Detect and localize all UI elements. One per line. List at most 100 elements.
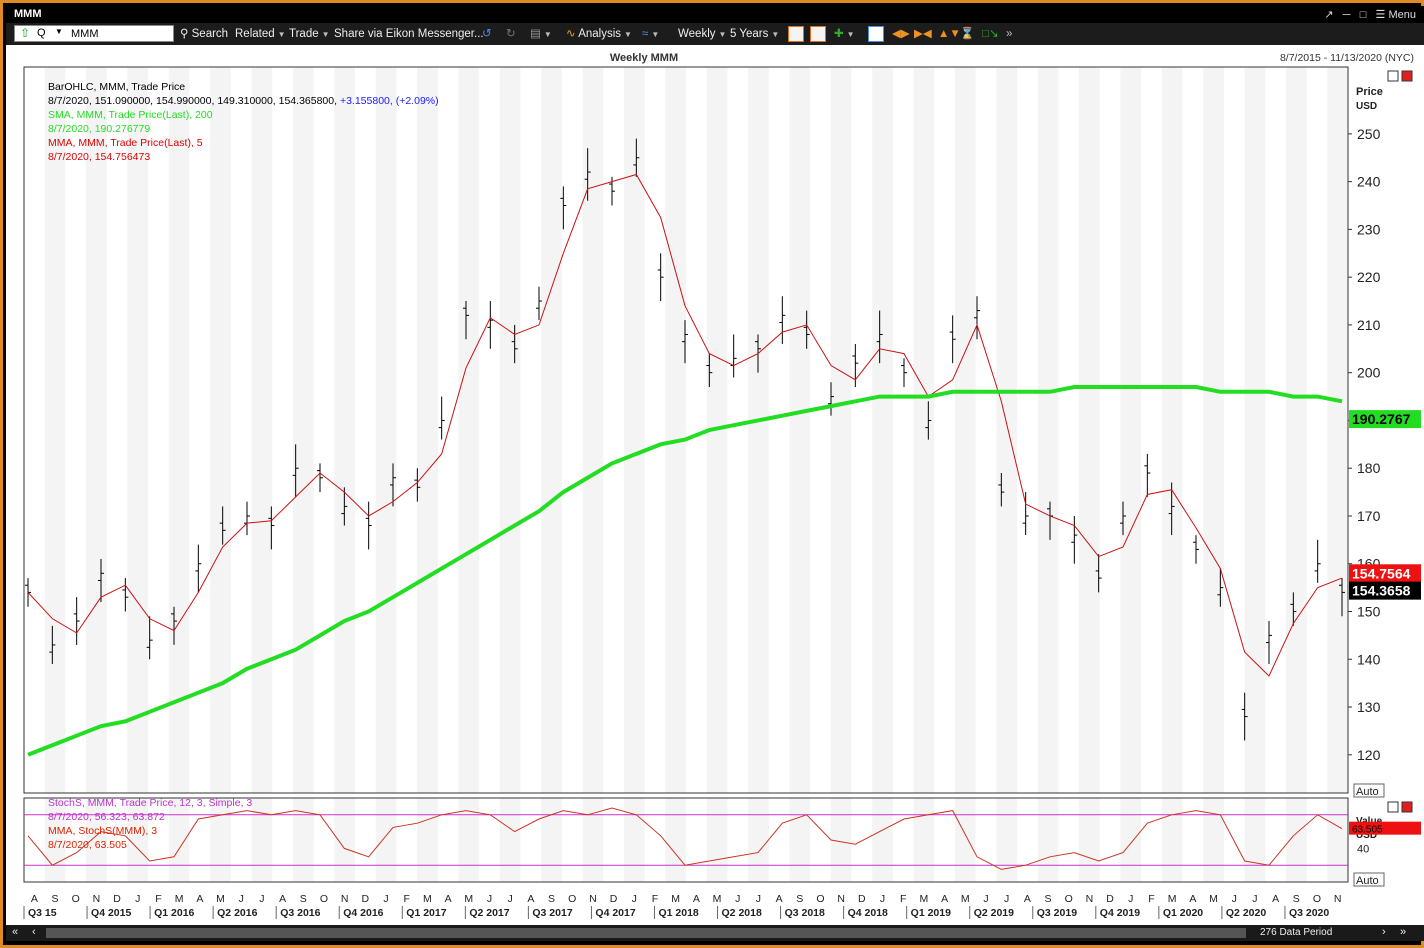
price-axis-label: Price: [1356, 86, 1383, 98]
quarter-label: Q3 2018: [785, 907, 825, 919]
undo-icon[interactable]: ↺: [482, 26, 492, 42]
share-label: Share via Eikon Messenger...: [334, 28, 484, 40]
month-label: J: [1004, 893, 1009, 905]
month-label: J: [632, 893, 637, 905]
month-label: S: [52, 893, 59, 905]
price-legend-line: 8/7/2020, 151.090000, 154.990000, 149.31…: [48, 95, 439, 107]
chart-svg[interactable]: Weekly MMM 8/7/2015 - 11/13/2020 (NYC) Pri…: [6, 45, 1424, 925]
month-label: S: [1293, 893, 1300, 905]
chevron-down-icon: ▼: [718, 30, 727, 39]
month-label: M: [713, 893, 722, 905]
month-label: J: [259, 893, 264, 905]
quarter-label: Q4 2018: [848, 907, 888, 919]
price-tick-label: 170: [1357, 508, 1381, 524]
chart-type-icon[interactable]: ▤ ▼: [530, 26, 552, 42]
price-legend-change: +3.155800, (+2.09%): [340, 95, 439, 107]
scroll-left-icon[interactable]: ◀▶: [892, 26, 910, 42]
share-button[interactable]: Share via Eikon Messenger...: [334, 26, 484, 42]
month-band: [996, 798, 1017, 882]
q-label[interactable]: Q: [37, 27, 46, 39]
range-menu[interactable]: 5 Years ▼: [730, 26, 779, 42]
menu-icon[interactable]: ☰: [1376, 9, 1386, 21]
overlay-icon[interactable]: ≈ ▼: [642, 26, 659, 42]
month-band: [1161, 798, 1183, 882]
month-label: A: [1024, 893, 1031, 905]
month-band: [789, 67, 811, 793]
month-label: J: [508, 893, 513, 905]
month-band: [417, 798, 438, 882]
month-band: [1079, 67, 1100, 793]
price-tick-label: 240: [1357, 174, 1381, 190]
month-band: [1244, 798, 1266, 882]
month-band: [334, 798, 355, 882]
month-label: D: [113, 893, 121, 905]
chart-area[interactable]: Weekly MMM 8/7/2015 - 11/13/2020 (NYC) Pri…: [6, 45, 1424, 941]
month-band: [623, 798, 645, 882]
symbol-input[interactable]: [71, 27, 169, 40]
month-label: F: [155, 893, 161, 905]
month-label: M: [920, 893, 929, 905]
month-label: S: [300, 893, 307, 905]
menu-label[interactable]: Menu: [1388, 9, 1416, 21]
minimize-icon[interactable]: ─: [1343, 9, 1351, 21]
hourglass-icon[interactable]: ⌛: [960, 26, 974, 42]
month-band: [582, 798, 604, 882]
month-label: N: [837, 893, 845, 905]
chevron-down-icon[interactable]: ▼: [55, 27, 63, 36]
scroll-next-icon[interactable]: ›: [1382, 926, 1386, 938]
status-bar: « ‹ 276 Data Period › »: [6, 925, 1424, 941]
restore-icon[interactable]: ↗: [1324, 9, 1333, 21]
month-label: F: [900, 893, 906, 905]
maximize-icon[interactable]: □: [1360, 9, 1367, 21]
quarter-label: Q4 2019: [1100, 907, 1140, 919]
zoom-box-icon[interactable]: [868, 26, 884, 42]
month-label: J: [1252, 893, 1257, 905]
month-label: J: [1232, 893, 1237, 905]
window-frame: M M M ↗ ─ □ ☰ Menu ⇧ Q ▼ ⚲ Search Related▼…: [0, 0, 1424, 948]
month-label: S: [796, 893, 803, 905]
month-label: D: [362, 893, 370, 905]
search-button[interactable]: ⚲ Search: [180, 26, 228, 42]
quarter-label: Q3 15: [28, 907, 57, 919]
analysis-label: Analysis: [578, 28, 622, 40]
window-controls[interactable]: ↗ ─ □ ☰ Menu: [1324, 8, 1416, 21]
scroll-start-icon[interactable]: «: [12, 926, 18, 938]
trade-menu[interactable]: Trade ▼: [289, 26, 330, 42]
month-label: M: [1168, 893, 1177, 905]
scrollbar-track[interactable]: [46, 928, 1246, 938]
analysis-menu[interactable]: ∿ Analysis ▼: [566, 26, 632, 42]
month-band: [499, 798, 521, 882]
select-tool-icon[interactable]: □↘: [982, 26, 999, 42]
line-chart-icon[interactable]: [788, 26, 804, 42]
month-label: O: [320, 893, 328, 905]
month-label: D: [610, 893, 618, 905]
quarter-label: Q4 2015: [91, 907, 131, 919]
scroll-end-icon[interactable]: »: [1400, 926, 1406, 938]
more-icon[interactable]: »: [1006, 26, 1012, 42]
scroll-prev-icon[interactable]: ‹: [32, 926, 36, 938]
chevron-down-icon: ▼: [771, 30, 780, 39]
month-label: M: [961, 893, 970, 905]
month-label: M: [671, 893, 680, 905]
month-band: [913, 798, 935, 882]
crosshair-icon[interactable]: ✚ ▼: [834, 26, 855, 42]
interval-menu[interactable]: Weekly ▼: [678, 26, 726, 42]
price-legend-line: MMA, MMM, Trade Price(Last), 5: [48, 137, 203, 149]
up-arrow-icon[interactable]: ⇧: [20, 26, 30, 40]
price-tag-text: 154.3658: [1352, 583, 1411, 599]
price-tag-text: 154.7564: [1352, 565, 1411, 581]
quarter-label: Q2 2017: [469, 907, 509, 919]
month-band: [954, 798, 976, 882]
symbol-box[interactable]: ⇧ Q ▼: [14, 25, 174, 42]
month-label: A: [279, 893, 286, 905]
quarter-label: Q1 2018: [658, 907, 698, 919]
scroll-right-icon[interactable]: ▶◀: [914, 26, 932, 42]
related-menu[interactable]: Related ▼: [235, 26, 286, 42]
expand-icon[interactable]: ▲▼: [938, 26, 961, 42]
month-band: [748, 798, 769, 882]
redo-icon[interactable]: ↻: [506, 26, 516, 42]
price-legend-line: 8/7/2020, 154.756473: [48, 151, 150, 163]
compare-chart-icon[interactable]: [810, 26, 826, 42]
panel-close-icon: [1401, 801, 1413, 813]
month-label: F: [652, 893, 658, 905]
